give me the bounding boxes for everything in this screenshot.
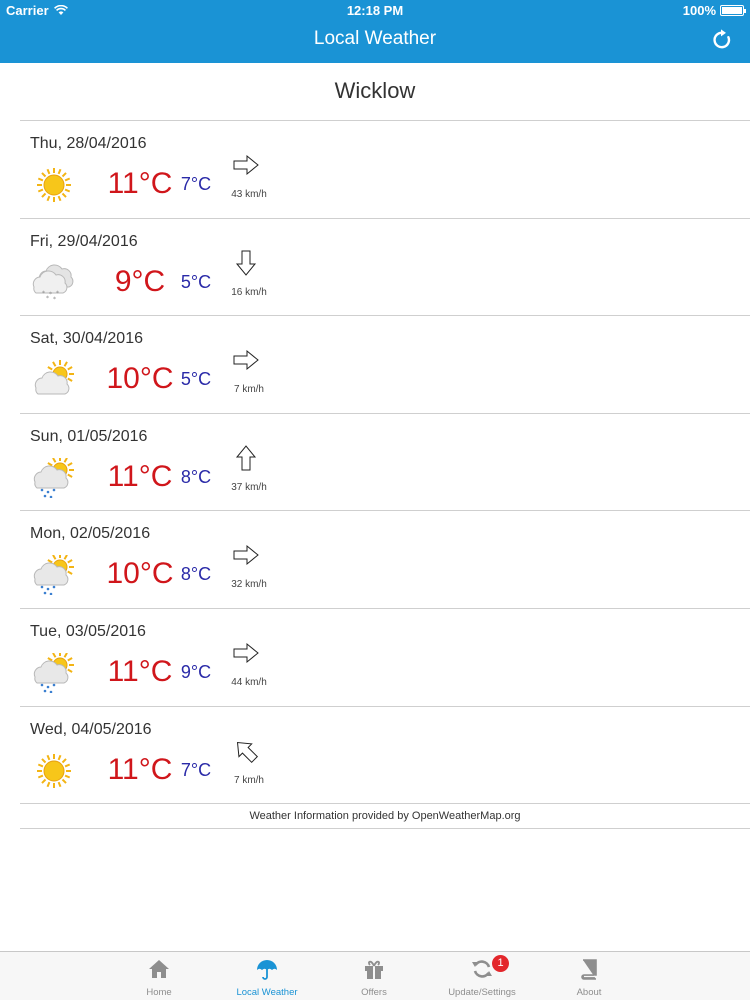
forecast-row[interactable]: Wed, 04/05/2016 11°C 7°C 7 km/h [20, 707, 750, 805]
forecast-row[interactable]: Mon, 02/05/2016 10°C 8°C 32 km/h [20, 511, 750, 609]
tab-label: Update/Settings [448, 987, 516, 998]
wind-direction-arrow-icon [233, 642, 259, 664]
sync-icon [472, 960, 492, 978]
svg-text:*: * [53, 296, 56, 303]
tab-label: About [576, 987, 602, 998]
snow-cloud-weather-icon: * * ** * [32, 264, 74, 303]
tab-about[interactable]: About [529, 952, 649, 1000]
svg-text:*: * [46, 295, 49, 302]
low-temperature: 8°C [180, 466, 212, 487]
tab-label: Local Weather [236, 987, 298, 998]
forecast-row[interactable]: Tue, 03/05/2016 11°C 9°C 44 km/h [20, 609, 750, 707]
wind-speed: 7 km/h [233, 774, 264, 786]
forecast-row[interactable]: Sun, 01/05/2016 11°C 8°C 37 km/h [20, 414, 750, 512]
status-bar: Carrier 12:18 PM 100% [0, 0, 750, 22]
forecast-list: Thu, 28/04/2016 11°C 7°C 43 km/h Fri, 29… [20, 121, 750, 805]
navigation-bar: Carrier 12:18 PM 100% Local Weather [0, 0, 750, 63]
wind-direction-arrow-icon [235, 250, 257, 276]
tab-label: Offers [361, 987, 387, 998]
forecast-row[interactable]: Fri, 29/04/2016 * * * * * 9°C 5°C 16 km/h [20, 219, 750, 317]
wind-speed: 44 km/h [231, 676, 267, 688]
low-temperature: 9°C [180, 661, 212, 682]
rain-sun-weather-icon [33, 457, 74, 498]
sunny-weather-icon [37, 168, 71, 202]
wind-speed: 16 km/h [231, 286, 267, 298]
notification-badge: 1 [492, 955, 509, 972]
svg-text:*: * [49, 291, 52, 298]
data-credit: Weather Information provided by OpenWeat… [20, 805, 750, 829]
rain-sun-weather-icon [33, 652, 74, 693]
page-title: Local Weather [313, 28, 437, 49]
low-temperature: 5°C [180, 271, 212, 292]
rain-sun-weather-icon [33, 555, 74, 596]
status-time: 12:18 PM [346, 3, 404, 18]
forecast-date: Mon, 02/05/2016 [30, 525, 151, 543]
cloud-sun-weather-icon [34, 360, 74, 395]
tab-offers[interactable]: Offers [314, 952, 434, 1000]
wind-direction-arrow-icon [236, 741, 259, 763]
wind-direction-arrow-icon [235, 444, 257, 471]
wind-direction-arrow-icon [233, 350, 259, 371]
forecast-date: Sun, 01/05/2016 [30, 427, 148, 445]
screen: Carrier 12:18 PM 100% Local Weather Wick… [0, 0, 750, 1000]
forecast-date: Thu, 28/04/2016 [30, 135, 147, 152]
battery-percent: 100% [682, 3, 716, 18]
forecast-row[interactable]: Thu, 28/04/2016 11°C 7°C 43 km/h [20, 121, 750, 219]
forecast-row[interactable]: Sat, 30/04/2016 10°C 5°C 7 km/h [20, 316, 750, 414]
wind-speed: 32 km/h [231, 579, 267, 591]
wind-direction-arrow-icon [233, 545, 259, 566]
refresh-icon[interactable] [710, 28, 734, 52]
book-icon [581, 959, 597, 980]
low-temperature: 5°C [180, 369, 212, 390]
forecast-date: Fri, 29/04/2016 [30, 232, 138, 250]
low-temperature: 7°C [180, 174, 212, 194]
forecast-date: Sat, 30/04/2016 [30, 330, 143, 348]
tab-home[interactable]: Home [99, 952, 219, 1000]
forecast-date: Tue, 03/05/2016 [30, 622, 146, 640]
tab-local-weather[interactable]: Local Weather [207, 952, 327, 1000]
home-icon [149, 960, 169, 978]
low-temperature: 8°C [180, 564, 212, 585]
svg-text:*: * [42, 290, 45, 297]
tab-label: Home [146, 987, 172, 998]
tab-update-settings[interactable]: 1 Update/Settings [422, 952, 542, 1000]
umbrella-icon [257, 960, 277, 980]
location-name: Wicklow [334, 78, 416, 103]
wind-direction-arrow-icon [233, 154, 259, 176]
wind-speed: 37 km/h [231, 481, 267, 493]
tab-bar: Home Local Weather Offers 1 Update/Setti… [0, 951, 750, 1000]
gift-icon [365, 960, 383, 979]
wind-speed: 7 km/h [233, 384, 264, 396]
forecast-date: Wed, 04/05/2016 [30, 720, 152, 738]
svg-text:*: * [56, 290, 59, 297]
sunny-weather-icon [37, 753, 71, 788]
battery-indicator: 100% [682, 3, 746, 18]
battery-icon [720, 5, 746, 16]
low-temperature: 7°C [180, 759, 212, 780]
wind-speed: 43 km/h [231, 189, 267, 200]
